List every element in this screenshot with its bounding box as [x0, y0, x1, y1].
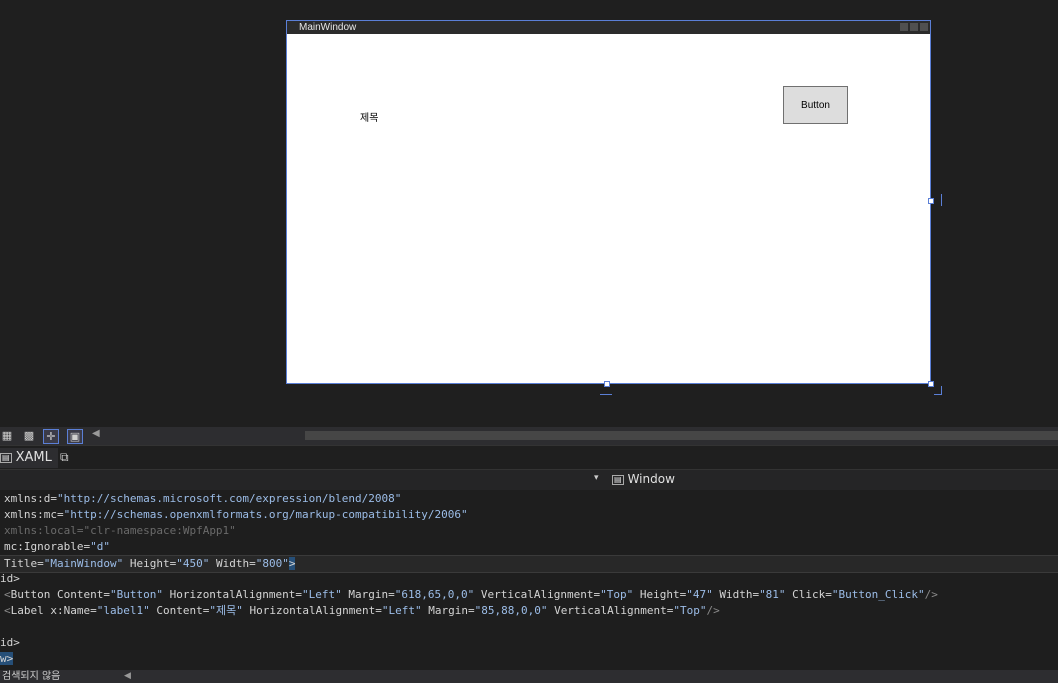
xaml-icon: ▤ — [0, 453, 12, 463]
status-text: 검색되지 않음 — [2, 671, 61, 682]
tab-xaml[interactable]: ▤ XAML — [0, 448, 58, 468]
designer-button[interactable]: Button — [783, 86, 848, 124]
window-title: MainWindow — [287, 21, 930, 34]
checker-icon[interactable]: ▩ — [22, 429, 36, 442]
code-line[interactable]: xmlns:local="clr-namespace:WpfApp1" — [4, 523, 236, 539]
scroll-left-icon[interactable]: ◀ — [92, 428, 100, 439]
resize-handle-corner[interactable] — [928, 381, 934, 387]
grid-icon[interactable]: ▦ — [0, 429, 14, 442]
close-icon — [920, 23, 928, 31]
guide-corner-v — [941, 386, 942, 395]
code-line[interactable]: <Button Content="Button" HorizontalAlign… — [4, 587, 938, 603]
layout-icon[interactable]: ▣ — [67, 429, 83, 444]
code-line[interactable]: id> — [0, 635, 20, 651]
scroll-left-icon[interactable]: ◀ — [124, 670, 131, 683]
element-dropdown[interactable]: ▤ Window — [612, 471, 675, 488]
code-line[interactable]: xmlns:d="http://schemas.microsoft.com/ex… — [4, 491, 401, 507]
window-preview[interactable]: MainWindow 제목 Button — [286, 20, 931, 384]
element-dropdown-label: Window — [627, 472, 675, 486]
status-bar: 검색되지 않음 ◀ — [0, 670, 1058, 683]
code-line[interactable]: xmlns:mc="http://schemas.openxmlformats.… — [4, 507, 468, 523]
designer-toolbar: ▦ ▩ ✛ ▣ ◀ — [0, 427, 1058, 445]
chevron-down-icon[interactable]: ▾ — [594, 473, 599, 483]
guide-right — [941, 194, 942, 206]
element-selector: ▾ ▤ Window — [0, 469, 1058, 491]
designer-surface[interactable]: MainWindow 제목 Button — [0, 0, 1058, 427]
guide-bottom — [600, 394, 612, 395]
code-line[interactable]: mc:Ignorable="d" — [4, 539, 110, 555]
popout-icon[interactable]: ⧉ — [60, 450, 69, 465]
horizontal-scrollbar[interactable] — [305, 431, 1058, 440]
snap-icon[interactable]: ✛ — [43, 429, 59, 444]
resize-handle-bottom[interactable] — [604, 381, 610, 387]
code-line[interactable]: id> — [0, 571, 20, 587]
window-icon: ▤ — [612, 474, 624, 485]
label-title[interactable]: 제목 — [360, 109, 378, 124]
tab-xaml-label: XAML — [15, 450, 52, 465]
resize-handle-right[interactable] — [928, 198, 934, 204]
minimize-icon — [900, 23, 908, 31]
code-line[interactable]: w> — [0, 651, 14, 667]
maximize-icon — [910, 23, 918, 31]
window-controls — [900, 23, 928, 31]
code-line[interactable]: <Label x:Name="label1" Content="제목" Hori… — [4, 603, 720, 619]
code-line-current[interactable]: ​Title="MainWindow" Height="450" Width="… — [0, 555, 1058, 573]
view-tabs: ▤ XAML ⧉ — [0, 445, 1058, 470]
xaml-editor[interactable]: xmlns:d="http://schemas.microsoft.com/ex… — [0, 490, 1058, 670]
